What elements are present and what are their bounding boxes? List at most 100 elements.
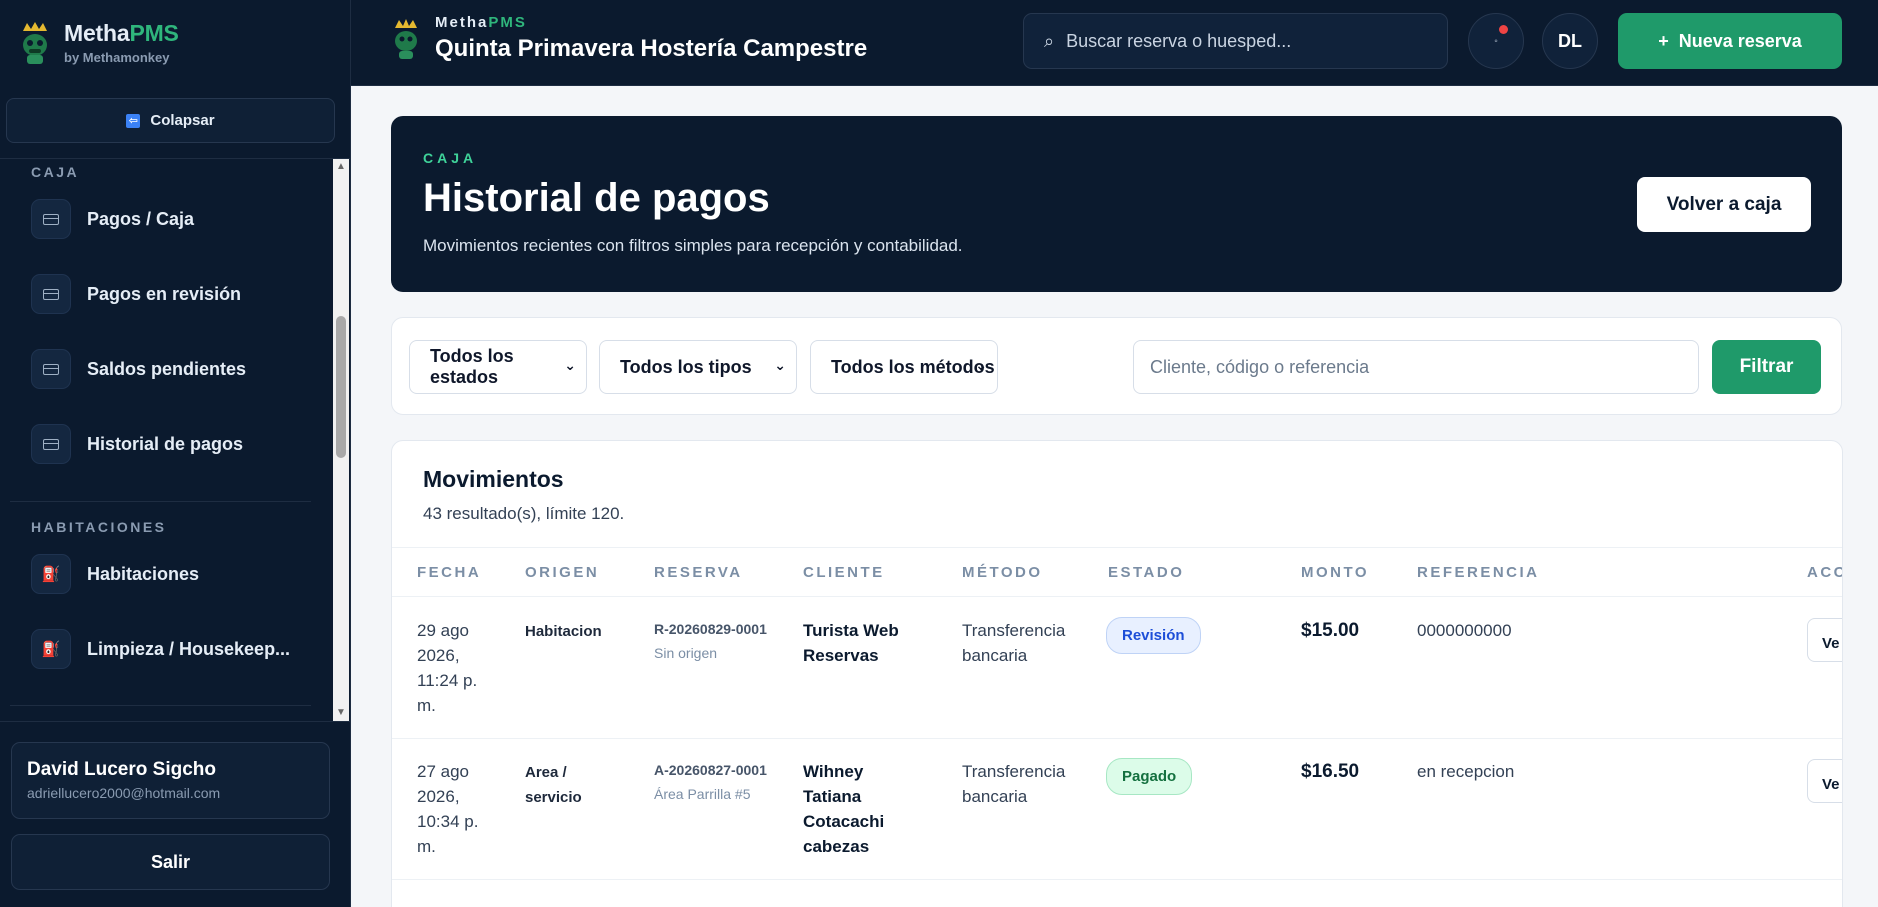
reservation-origin: Área Parrilla #5 [654,786,751,802]
search-input[interactable]: ⌕ Buscar reserva o huesped... [1023,13,1448,69]
sidebar-item-label: Habitaciones [87,563,200,584]
arrow-left-icon: ⇦ [126,113,141,128]
filter-button[interactable]: Filtrar [1712,340,1821,394]
reservation-code[interactable]: R-20260829-0001 [654,620,769,638]
section-title-caja: CAJA [31,164,80,180]
page-header: CAJA Historial de pagos Movimientos reci… [391,116,1842,292]
cell-cliente: Turista Web Reservas [803,621,899,665]
card-icon [31,424,71,464]
movements-title: Movimientos [423,466,564,492]
sidebar-item-label: Historial de pagos [87,433,244,454]
sidebar-item-historial-pagos[interactable]: Historial de pagos [31,424,321,464]
filter-search-placeholder: Cliente, código o referencia [1150,356,1370,377]
column-header[interactable]: FECHA [417,564,481,581]
status-select-value: Todos los estados [430,346,514,387]
cell-monto: $16.50 [1301,761,1360,782]
divider [0,721,351,722]
sidebar-item-limpieza[interactable]: ⛽ Limpieza / Housekeep... [31,629,321,669]
section-title-habitaciones: HABITACIONES [31,519,167,535]
section-divider [10,501,311,502]
movements-card: Movimientos 43 resultado(s), límite 120.… [391,440,1843,907]
sidebar-item-label: Limpieza / Housekeep... [87,638,291,659]
sidebar-item-pagos-caja[interactable]: Pagos / Caja [31,199,321,239]
new-booking-label: Nueva reserva [1678,30,1802,51]
status-badge: Pagado [1106,758,1193,795]
status-select[interactable]: Todos los estados ⌄ [409,340,587,394]
column-header[interactable]: ESTADO [1108,564,1184,581]
search-placeholder: Buscar reserva o huesped... [1066,30,1292,51]
column-header[interactable]: CLIENTE [803,564,885,581]
new-booking-button[interactable]: + Nueva reserva [1618,13,1842,69]
user-card[interactable]: David Lucero Sigcho adriellucero2000@hot… [11,742,330,819]
column-header[interactable]: RESERVA [654,564,743,581]
cell-cliente: Wihney Tatiana Cotacachi cabezas [803,762,885,856]
sidebar-item-habitaciones[interactable]: ⛽ Habitaciones [31,554,321,594]
scroll-up-icon[interactable]: ▲ [333,159,349,175]
chevron-down-icon: ⌄ [564,357,576,373]
cell-metodo: Transferencia bancaria [962,762,1066,806]
table-header: FECHA ORIGEN RESERVA CLIENTE MÉTODO ESTA… [392,547,1842,597]
bed-icon: ⛽ [31,554,71,594]
status-badge: Revisión [1106,617,1201,654]
property-name: Quinta Primavera Hostería Campestre [435,35,868,62]
logout-button[interactable]: Salir [11,834,330,890]
sidebar-item-label: Pagos en revisión [87,283,242,304]
brand-byline: by Methamonkey [64,50,170,65]
movements-summary: 43 resultado(s), límite 120. [423,504,625,523]
column-header[interactable]: ORIGEN [525,564,599,581]
plus-icon: + [1658,30,1669,51]
page-title: Historial de pagos [423,176,770,220]
cell-origen: Area / servicio [525,764,582,806]
cell-fecha: 29 ago 2026, 11:24 p. m. [417,621,478,715]
card-icon [31,274,71,314]
type-select-value: Todos los tipos [620,356,752,377]
type-select[interactable]: Todos los tipos ⌄ [599,340,797,394]
cell-fecha: 27 ago 2026, 10:34 p. m. [417,762,479,856]
reservation-code[interactable]: A-20260827-0001 [654,761,769,779]
card-icon [31,349,71,389]
cell-origen: Habitacion [525,623,602,640]
collapse-sidebar-button[interactable]: ⇦ Colapsar [6,98,335,143]
monkey-logo-icon [395,19,417,59]
sidebar: MethaPMS by Methamonkey ⇦ Colapsar CAJA … [0,0,351,907]
property-brand: MethaPMS Quinta Primavera Hostería Campe… [391,14,867,63]
chevron-down-icon: ⌄ [975,357,987,373]
cell-referencia: en recepcion [1417,762,1515,781]
filters-bar: Todos los estados ⌄ Todos los tipos ⌄ To… [391,317,1842,415]
column-header[interactable]: MONTO [1301,564,1369,581]
sidebar-item-saldos-pendientes[interactable]: Saldos pendientes [31,349,321,389]
user-avatar[interactable]: DL [1542,13,1598,69]
user-email: adriellucero2000@hotmail.com [27,785,221,801]
notification-dot [1499,25,1508,34]
section-divider [10,705,311,706]
back-to-cash-button[interactable]: Volver a caja [1637,177,1811,232]
notifications-button[interactable]: ◦ [1468,13,1524,69]
page-subtitle: Movimientos recientes con filtros simple… [423,236,963,255]
table-row[interactable]: 29 ago 2026, 11:24 p. m. Habitacion R-20… [392,598,1842,739]
column-header[interactable]: ACC [1807,564,1842,581]
sidebar-item-label: Saldos pendientes [87,358,247,379]
column-header[interactable]: REFERENCIA [1417,564,1540,581]
brand-name: MethaPMS [64,20,179,46]
bed-icon: ⛽ [31,629,71,669]
view-button[interactable]: Ve [1807,618,1842,662]
sidebar-scrollbar[interactable]: ▲ ▼ [333,159,349,721]
view-button[interactable]: Ve [1807,759,1842,803]
filter-search-input[interactable]: Cliente, código o referencia [1133,340,1699,394]
scrollbar-thumb[interactable] [336,316,346,458]
cell-metodo: Transferencia bancaria [962,621,1066,665]
sidebar-item-pagos-revision[interactable]: Pagos en revisión [31,274,321,314]
card-icon [31,199,71,239]
page-kicker: CAJA [423,150,478,166]
chevron-down-icon: ⌄ [774,357,786,373]
method-select-value: Todos los métodos [831,356,995,377]
cell-monto: $15.00 [1301,620,1360,641]
monkey-logo-icon [23,21,47,64]
brand[interactable]: MethaPMS by Methamonkey [18,20,179,65]
column-header[interactable]: MÉTODO [962,564,1043,581]
scroll-down-icon[interactable]: ▼ [333,705,349,721]
topbar: MethaPMS Quinta Primavera Hostería Campe… [351,0,1878,86]
method-select[interactable]: Todos los métodos ⌄ [810,340,998,394]
table-row[interactable]: 27 ago 2026, 10:34 p. m. Area / servicio… [392,739,1842,880]
collapse-label: Colapsar [150,112,215,129]
